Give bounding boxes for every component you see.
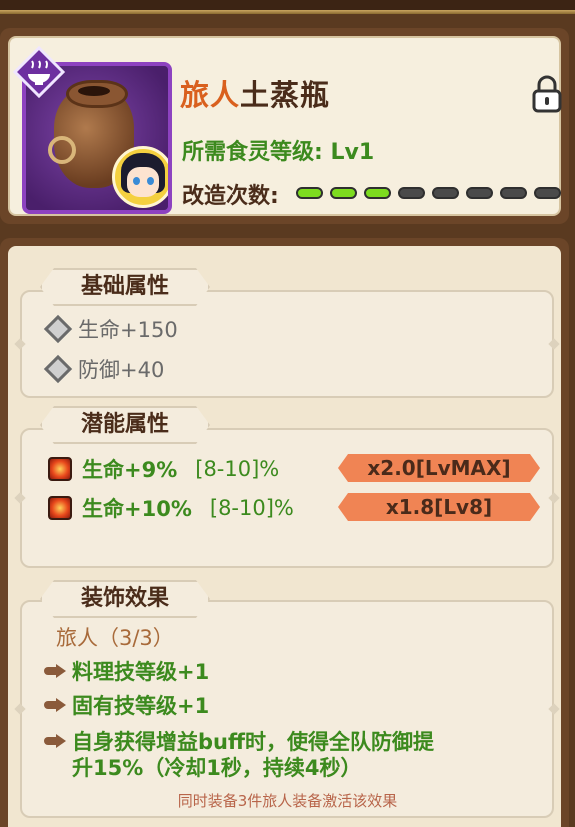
item-title-name: 土蒸瓶 xyxy=(240,78,331,112)
required-level: 所需食灵等级: Lv1 xyxy=(182,140,375,165)
basic-attributes-tab: 基础属性 xyxy=(40,268,210,306)
basic-stat-row: 防御+40 xyxy=(42,354,164,384)
pip-empty xyxy=(398,187,425,199)
item-header-card: 旅人土蒸瓶 所需食灵等级: Lv1 改造次数: xyxy=(0,28,569,224)
modify-count-pips xyxy=(296,187,561,199)
pip-filled xyxy=(330,187,357,199)
item-title: 旅人土蒸瓶 xyxy=(180,72,330,114)
set-effect-item-continued: 升15%（冷却1秒，持续4秒） xyxy=(72,752,362,782)
set-effect-text: 料理技等级+1 xyxy=(72,660,210,684)
red-gem-icon xyxy=(48,457,72,481)
basic-stat-hp: 生命+150 xyxy=(78,318,178,342)
set-effect-tab: 装饰效果 xyxy=(40,580,210,618)
pip-filled xyxy=(296,187,323,199)
set-name: 旅人（3/3） xyxy=(56,626,174,650)
item-header-inner: 旅人土蒸瓶 所需食灵等级: Lv1 改造次数: xyxy=(8,36,564,216)
arrow-bullet-icon xyxy=(44,664,66,678)
arrow-bullet-icon xyxy=(44,698,66,712)
red-gem-icon xyxy=(48,496,72,520)
food-soul-portrait xyxy=(112,146,168,208)
item-title-prefix: 旅人 xyxy=(180,78,241,112)
set-activation-note: 同时装备3件旅人装备激活该效果 xyxy=(177,792,398,810)
potential-stat-row: 生命+9% [8-10]% xyxy=(48,454,279,484)
pip-empty xyxy=(432,187,459,199)
steam-bowl-icon xyxy=(13,46,65,98)
modify-count-label: 改造次数: xyxy=(182,184,279,209)
potential-range: [8-10]% xyxy=(209,496,294,520)
potential-attributes-tab: 潜能属性 xyxy=(40,406,210,444)
set-effect-text: 固有技等级+1 xyxy=(72,694,210,718)
arrow-bullet-icon xyxy=(44,734,66,748)
potential-stat: 生命+9% xyxy=(82,458,178,482)
potential-stat-row: 生命+10% [8-10]% xyxy=(48,493,294,523)
pip-empty xyxy=(500,187,527,199)
set-effect-item: 料理技等级+1 xyxy=(44,656,209,686)
top-border xyxy=(0,0,575,14)
potential-multiplier-badge: x1.8[Lv8] xyxy=(338,493,540,521)
potential-range: [8-10]% xyxy=(195,457,280,481)
lock-icon[interactable] xyxy=(530,74,564,114)
set-effect-text: 升15%（冷却1秒，持续4秒） xyxy=(72,756,362,780)
rope-icon xyxy=(48,136,76,164)
basic-stat-def: 防御+40 xyxy=(78,358,165,382)
diamond-icon xyxy=(43,354,73,384)
potential-multiplier-badge: x2.0[LvMAX] xyxy=(338,454,540,482)
set-effect-item: 固有技等级+1 xyxy=(44,690,209,720)
potential-stat: 生命+10% xyxy=(82,497,192,521)
pip-empty xyxy=(466,187,493,199)
pip-filled xyxy=(364,187,391,199)
pip-empty xyxy=(534,187,561,199)
diamond-icon xyxy=(43,314,73,344)
basic-stat-row: 生命+150 xyxy=(42,314,178,344)
